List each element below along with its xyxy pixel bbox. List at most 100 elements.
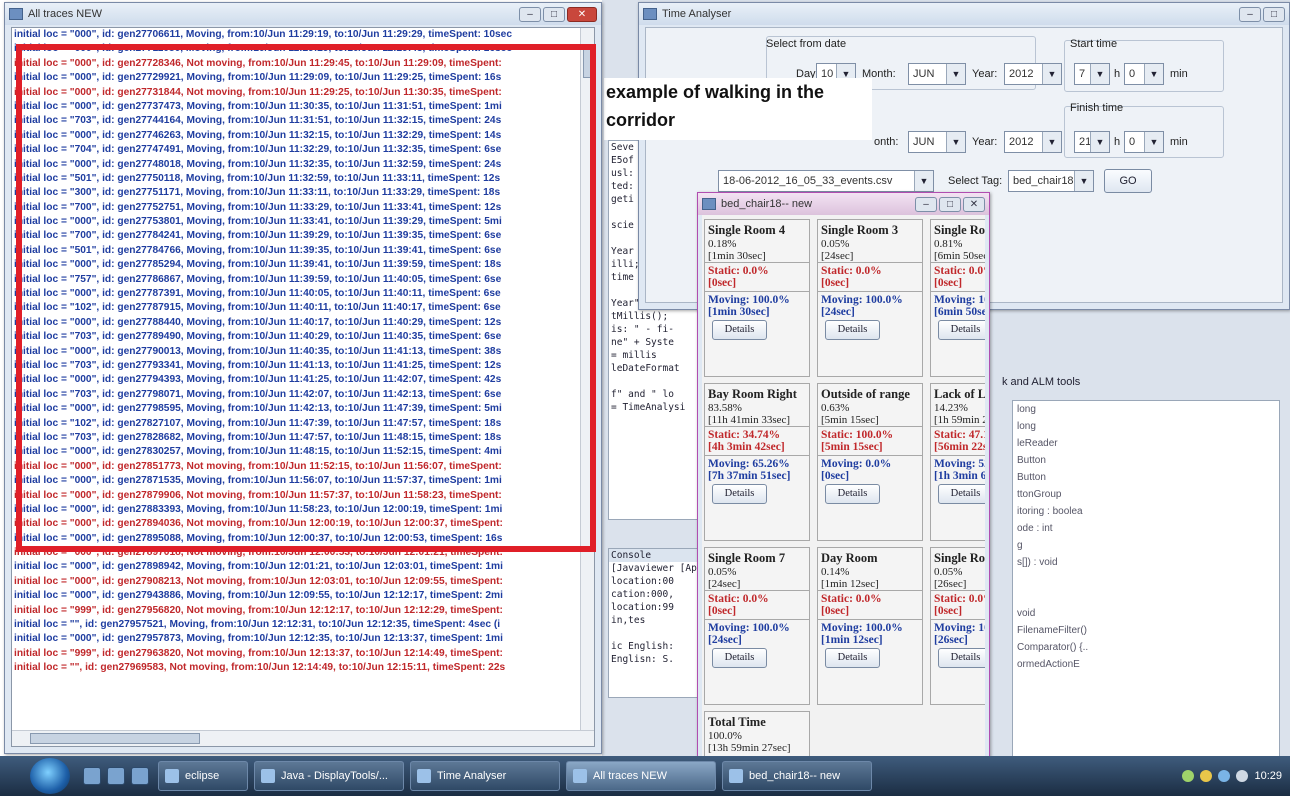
close-button[interactable]: ✕ [963, 196, 985, 212]
show-desktop-icon[interactable] [83, 767, 101, 785]
details-button[interactable]: Details [938, 320, 985, 340]
explorer-icon[interactable] [107, 767, 125, 785]
details-button[interactable]: Details [712, 484, 767, 504]
finish-hour-combo[interactable]: 21 [1074, 131, 1110, 153]
outline-item[interactable] [1013, 571, 1279, 588]
static-section: Static: 0.0%[0sec] [931, 590, 985, 619]
details-button[interactable]: Details [825, 320, 880, 340]
console-panel[interactable]: Console [Javaviewer [Apr location:00 catio… [608, 548, 704, 698]
moving-duration: [6min 50sec] [934, 306, 985, 318]
outline-item[interactable]: leReader [1013, 435, 1279, 452]
outline-panel[interactable]: long long leReader Button Button ttonGroup ito… [1012, 400, 1280, 770]
minimize-button[interactable]: – [519, 6, 541, 22]
minimize-button[interactable]: – [915, 196, 937, 212]
taskbar-item[interactable]: All traces NEW [566, 761, 716, 791]
static-duration: [4h 3min 42sec] [708, 441, 785, 453]
outline-item[interactable]: s[]) : void [1013, 554, 1279, 571]
trace-line: initial loc = "999", id: gen27963820, No… [14, 647, 503, 659]
code-line: tMillis(); [611, 311, 669, 322]
static-duration: [0sec] [708, 277, 737, 289]
year-combo[interactable]: 2012 [1004, 63, 1062, 85]
moving-section: Moving: 100.0% [1min 12sec] Details [818, 619, 922, 670]
console-tab[interactable]: Console [609, 549, 703, 562]
month-combo[interactable]: JUN [908, 63, 966, 85]
min2-label: min [1170, 136, 1188, 148]
maximize-button[interactable]: □ [939, 196, 961, 212]
volume-icon[interactable] [1236, 770, 1249, 782]
code-line: leDateFormat [611, 363, 680, 374]
static-percent: Static: 0.0% [708, 265, 769, 277]
scroll-thumb[interactable] [30, 733, 200, 744]
console-line: ic English: [611, 641, 674, 652]
bed-chair-window[interactable]: bed_chair18-- new – □ ✕ Single Room 4 0.18%… [697, 192, 990, 796]
taskbar-item[interactable]: Time Analyser [410, 761, 560, 791]
moving-section: Moving: 52.82%[1h 3min 6sec] Details [931, 455, 985, 506]
details-button[interactable]: Details [825, 484, 880, 504]
outline-item[interactable]: Button [1013, 469, 1279, 486]
outline-item[interactable]: itoring : boolea [1013, 503, 1279, 520]
year2-combo[interactable]: 2012 [1004, 131, 1062, 153]
maximize-button[interactable]: □ [543, 6, 565, 22]
finish-min-combo[interactable]: 0 [1124, 131, 1164, 153]
outline-item[interactable]: g [1013, 537, 1279, 554]
outline-item[interactable]: Button [1013, 452, 1279, 469]
location-name: Outside of range [821, 387, 910, 401]
code-line: ne" + Syste [611, 337, 674, 348]
close-button[interactable]: ✕ [567, 6, 597, 22]
static-duration: [56min 22sec] [934, 441, 985, 453]
outline-item[interactable]: ttonGroup [1013, 486, 1279, 503]
file-combo[interactable]: 18-06-2012_16_05_33_events.csv [718, 170, 934, 192]
minimize-button[interactable]: – [1239, 6, 1261, 22]
location-duration: [26sec] [934, 578, 967, 590]
details-button[interactable]: Details [712, 648, 767, 668]
outline-item[interactable]: ormedActionE [1013, 656, 1279, 673]
console-line: location:99 [611, 602, 674, 613]
taskbar-item[interactable]: Java - DisplayTools/... [254, 761, 404, 791]
start-button[interactable] [30, 758, 70, 794]
details-button[interactable]: Details [938, 484, 985, 504]
location-name: Single Room 7 [708, 551, 786, 565]
location-name: Lack of Location [934, 387, 985, 401]
location-duration: [5min 15sec] [821, 414, 879, 426]
details-button[interactable]: Details [938, 648, 985, 668]
trace-line: initial loc = "", id: gen27957521, Movin… [14, 619, 501, 631]
console-line: [Javaviewer [Apr [611, 563, 703, 574]
outline-item[interactable]: Comparator() {.. [1013, 639, 1279, 656]
moving-percent: Moving: 65.26% [708, 458, 790, 470]
location-percent: 0.05% [821, 238, 850, 250]
browser-icon[interactable] [131, 767, 149, 785]
details-button[interactable]: Details [712, 320, 767, 340]
outline-item[interactable]: long [1013, 418, 1279, 435]
horizontal-scrollbar[interactable] [12, 730, 594, 746]
moving-section: Moving: 100.0% [1min 30sec] Details [705, 291, 809, 342]
outline-item[interactable]: ode : int [1013, 520, 1279, 537]
taskbar-item[interactable]: bed_chair18-- new [722, 761, 872, 791]
start-hour-combo[interactable]: 7 [1074, 63, 1110, 85]
outline-item[interactable] [1013, 588, 1279, 605]
outline-item[interactable]: void [1013, 605, 1279, 622]
details-button[interactable]: Details [825, 648, 880, 668]
taskbar-item[interactable]: eclipse [158, 761, 248, 791]
hour2-label: h [1114, 136, 1121, 148]
clock[interactable]: 10:29 [1254, 770, 1282, 782]
outline-item[interactable]: long [1013, 401, 1279, 418]
static-duration: [0sec] [821, 605, 850, 617]
year-label: Year: [972, 68, 998, 80]
moving-duration: [1h 3min 6sec] [934, 470, 985, 482]
network-icon[interactable] [1218, 770, 1231, 782]
outline-item[interactable]: FilenameFilter() [1013, 622, 1279, 639]
moving-percent: Moving: 0.0% [821, 458, 892, 470]
tag-combo[interactable]: bed_chair18 [1008, 170, 1094, 192]
static-section: Static: 0.0%[0sec] [818, 590, 922, 619]
tray-icon[interactable] [1182, 770, 1195, 782]
start-min-combo[interactable]: 0 [1124, 63, 1164, 85]
go-button[interactable]: GO [1104, 169, 1152, 193]
select-tag-label: Select Tag: [948, 175, 1003, 187]
moving-section: Moving: 0.0% [0sec] Details [818, 455, 922, 506]
tray-icon[interactable] [1200, 770, 1213, 782]
location-cell: Single Room 3 0.05% [24sec] Static: 0.0% [0s… [817, 219, 923, 377]
maximize-button[interactable]: □ [1263, 6, 1285, 22]
month2-combo[interactable]: JUN [908, 131, 966, 153]
location-cell: Bay Room Right 83.58% [11h 41min 33sec] Sta… [704, 383, 810, 541]
